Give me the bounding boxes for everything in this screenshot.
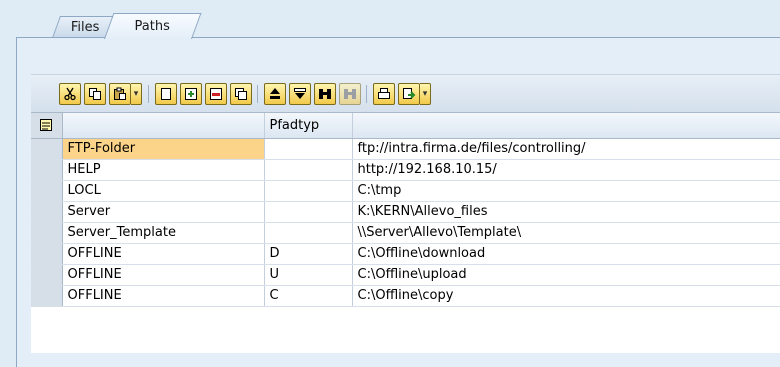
cell-path[interactable]: http://192.168.10.15/ bbox=[352, 159, 780, 181]
table-row[interactable]: FTP-Folder ftp://intra.firma.de/files/co… bbox=[31, 138, 780, 160]
filter-button[interactable] bbox=[289, 83, 311, 105]
new-row-button[interactable] bbox=[155, 83, 177, 105]
duplicate-row-button[interactable] bbox=[230, 83, 252, 105]
cell-name[interactable]: HELP bbox=[62, 159, 265, 181]
cell-path[interactable]: ftp://intra.firma.de/files/controlling/ bbox=[352, 138, 780, 160]
paste-icon bbox=[114, 87, 126, 100]
toolbar-separator bbox=[366, 85, 367, 103]
cell-path[interactable]: C:\Offline\copy bbox=[352, 285, 780, 307]
cell-path[interactable]: \\Server\Allevo\Template\ bbox=[352, 222, 780, 244]
grid-bottom-bar bbox=[31, 353, 780, 366]
row-selector[interactable] bbox=[31, 201, 63, 223]
cell-pfadtyp[interactable] bbox=[264, 159, 353, 181]
row-selector[interactable] bbox=[31, 243, 63, 265]
duplicate-row-icon bbox=[235, 88, 247, 100]
cell-name[interactable]: OFFLINE bbox=[62, 264, 265, 286]
grid-toolbar: ▾ ▾ bbox=[31, 74, 780, 113]
tab-bar: Files Paths bbox=[0, 0, 780, 39]
filter-icon bbox=[294, 88, 306, 99]
cut-button[interactable] bbox=[59, 83, 81, 105]
cell-path[interactable]: C:\Offline\upload bbox=[352, 264, 780, 286]
cell-name[interactable]: OFFLINE bbox=[62, 243, 265, 265]
toolbar-separator bbox=[148, 85, 149, 103]
new-row-icon bbox=[161, 88, 171, 100]
table-row[interactable]: Server_Template \\Server\Allevo\Template… bbox=[31, 222, 780, 244]
column-header-pfadtyp[interactable]: Pfadtyp bbox=[264, 113, 353, 139]
cell-name[interactable]: Server bbox=[62, 201, 265, 223]
paste-dropdown[interactable]: ▾ bbox=[131, 83, 142, 105]
row-selector[interactable] bbox=[31, 159, 63, 181]
cell-pfadtyp[interactable] bbox=[264, 201, 353, 223]
table-row[interactable]: OFFLINE U C:\Offline\upload bbox=[31, 264, 780, 286]
cell-path[interactable]: C:\Offline\download bbox=[352, 243, 780, 265]
copy-icon bbox=[89, 88, 101, 100]
cell-path[interactable]: C:\tmp bbox=[352, 180, 780, 202]
row-selector[interactable] bbox=[31, 222, 63, 244]
column-header-name[interactable] bbox=[62, 113, 265, 139]
insert-row-icon bbox=[185, 88, 197, 100]
table-row[interactable]: OFFLINE C C:\Offline\copy bbox=[31, 285, 780, 307]
find-icon bbox=[319, 89, 331, 99]
tab-paths[interactable]: Paths bbox=[104, 13, 202, 39]
export-dropdown[interactable]: ▾ bbox=[420, 83, 431, 105]
row-selector[interactable] bbox=[31, 180, 63, 202]
cut-icon bbox=[64, 87, 76, 101]
paths-grid: Pfadtyp FTP-Folder ftp://intra.firma.de/… bbox=[31, 112, 780, 354]
paste-button[interactable] bbox=[109, 83, 131, 105]
tab-paths-label: Paths bbox=[134, 19, 171, 34]
row-selector[interactable] bbox=[31, 285, 63, 307]
cell-name[interactable]: Server_Template bbox=[62, 222, 265, 244]
cell-name[interactable]: LOCL bbox=[62, 180, 265, 202]
row-selector[interactable] bbox=[31, 138, 63, 160]
cell-pfadtyp[interactable]: D bbox=[264, 243, 353, 265]
sort-button[interactable] bbox=[264, 83, 286, 105]
cell-pfadtyp[interactable] bbox=[264, 222, 353, 244]
copy-button[interactable] bbox=[84, 83, 106, 105]
find-button[interactable] bbox=[314, 83, 336, 105]
sort-icon bbox=[270, 88, 280, 99]
table-header-row: Pfadtyp bbox=[31, 113, 780, 139]
paths-table: Pfadtyp FTP-Folder ftp://intra.firma.de/… bbox=[31, 113, 780, 307]
table-row[interactable]: LOCL C:\tmp bbox=[31, 180, 780, 202]
cell-pfadtyp[interactable]: U bbox=[264, 264, 353, 286]
find-next-icon bbox=[344, 89, 356, 99]
column-header-path[interactable] bbox=[352, 113, 780, 139]
cell-name[interactable]: FTP-Folder bbox=[62, 138, 265, 160]
cell-path[interactable]: K:\KERN\Allevo_files bbox=[352, 201, 780, 223]
tab-files-label: Files bbox=[70, 20, 100, 35]
delete-row-icon bbox=[210, 88, 222, 100]
table-row[interactable]: Server K:\KERN\Allevo_files bbox=[31, 201, 780, 223]
cell-pfadtyp[interactable] bbox=[264, 180, 353, 202]
insert-row-button[interactable] bbox=[180, 83, 202, 105]
print-icon bbox=[378, 88, 390, 99]
row-selector[interactable] bbox=[31, 264, 63, 286]
cell-pfadtyp[interactable]: C bbox=[264, 285, 353, 307]
table-row[interactable]: OFFLINE D C:\Offline\download bbox=[31, 243, 780, 265]
cell-pfadtyp[interactable] bbox=[264, 138, 353, 160]
delete-row-button[interactable] bbox=[205, 83, 227, 105]
toolbar-separator bbox=[257, 85, 258, 103]
find-next-button[interactable] bbox=[339, 83, 361, 105]
print-button[interactable] bbox=[373, 83, 395, 105]
export-icon bbox=[403, 88, 416, 99]
select-all-icon bbox=[40, 119, 53, 132]
select-all-button[interactable] bbox=[31, 113, 63, 139]
table-row[interactable]: HELP http://192.168.10.15/ bbox=[31, 159, 780, 181]
cell-name[interactable]: OFFLINE bbox=[62, 285, 265, 307]
export-button[interactable] bbox=[398, 83, 420, 105]
